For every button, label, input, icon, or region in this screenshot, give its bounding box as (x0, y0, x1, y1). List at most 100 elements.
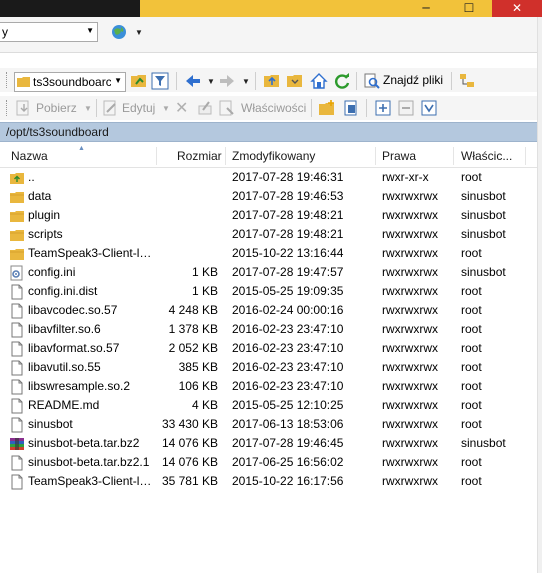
forward-arrow-icon[interactable] (218, 72, 236, 90)
maximize-button[interactable]: ☐ (447, 0, 491, 17)
chevron-down-icon[interactable]: ▼ (162, 104, 170, 113)
file-size: 14 076 KB (161, 455, 218, 469)
file-icon (9, 398, 25, 414)
file-row[interactable]: sinusbot 33 430 KB 2017-06-13 18:53:06 rwxr… (0, 415, 542, 434)
folder-icon (9, 227, 25, 243)
file-size: 33 430 KB (161, 417, 218, 431)
chevron-down-icon[interactable]: ▼ (242, 77, 250, 86)
tree-view-icon[interactable] (458, 72, 476, 90)
file-modified: 2016-02-24 00:00:16 (232, 303, 344, 317)
new-folder-icon[interactable] (318, 99, 336, 117)
new-file-icon[interactable] (342, 99, 360, 117)
file-row[interactable]: config.ini.dist 1 KB 2015-05-25 19:09:35 rw… (0, 282, 542, 301)
open-folder-icon[interactable] (130, 72, 148, 90)
file-row[interactable]: scripts 2017-07-28 19:48:21 rwxrwxrwx sinus… (0, 225, 542, 244)
file-name: scripts (28, 227, 63, 241)
file-modified: 2015-05-25 12:10:25 (232, 398, 344, 412)
file-icon (9, 303, 25, 319)
file-row[interactable]: libavcodec.so.57 4 248 KB 2016-02-24 00:00… (0, 301, 542, 320)
back-arrow-icon[interactable] (184, 72, 202, 90)
invert-selection-icon[interactable] (421, 100, 437, 116)
chevron-down-icon[interactable]: ▼ (135, 28, 143, 37)
file-row[interactable]: sinusbot-beta.tar.bz2.1 14 076 KB 2017-06-… (0, 453, 542, 472)
column-divider[interactable] (156, 147, 157, 165)
column-divider[interactable] (225, 147, 226, 165)
file-icon (9, 341, 25, 357)
file-row[interactable]: config.ini 1 KB 2017-07-28 19:47:57 rwxrwxr… (0, 263, 542, 282)
folder-icon (17, 77, 30, 87)
file-owner: root (461, 417, 482, 431)
file-row[interactable]: libavformat.so.57 2 052 KB 2016-02-23 23:4… (0, 339, 542, 358)
file-row[interactable]: data 2017-07-28 19:46:53 rwxrwxrwx sinusbot (0, 187, 542, 206)
download-button[interactable]: Pobierz (36, 101, 77, 115)
file-owner: root (461, 303, 482, 317)
file-permissions: rwxrwxrwx (382, 284, 438, 298)
delete-icon[interactable]: ✕ (175, 98, 188, 117)
toolbar-separator (451, 72, 452, 90)
globe-icon[interactable] (111, 24, 127, 40)
file-size: 35 781 KB (161, 474, 218, 488)
column-divider[interactable] (375, 147, 376, 165)
parent-folder-icon[interactable] (263, 72, 281, 90)
chevron-down-icon[interactable]: ▼ (84, 104, 92, 113)
session-combo[interactable]: y ▼ (0, 22, 98, 42)
column-modified[interactable]: Zmodyfikowany (232, 149, 315, 163)
file-owner: sinusbot (461, 208, 506, 222)
edit-button[interactable]: Edytuj (122, 101, 155, 115)
file-size: 1 378 KB (168, 322, 218, 336)
file-name: libswresample.so.2 (28, 379, 131, 393)
filter-icon[interactable] (151, 72, 169, 90)
file-row[interactable]: sinusbot-beta.tar.bz2 14 076 KB 2017-07-28… (0, 434, 542, 453)
file-size: 14 076 KB (161, 436, 218, 450)
file-name: plugin (28, 208, 61, 222)
file-row[interactable]: README.md 4 KB 2015-05-25 12:10:25 rwxrwxrw… (0, 396, 542, 415)
file-owner: sinusbot (461, 436, 506, 450)
title-bar: ─ ☐ ✕ (0, 0, 542, 17)
file-icon (9, 417, 25, 433)
chevron-down-icon[interactable]: ▼ (207, 77, 215, 86)
file-row[interactable]: .. 2017-07-28 19:46:31 rwxr-xr-x root (0, 168, 542, 187)
refresh-icon[interactable] (333, 72, 351, 90)
home-icon[interactable] (310, 72, 328, 90)
minimize-button[interactable]: ─ (404, 0, 448, 17)
file-owner: sinusbot (461, 265, 506, 279)
toolbar-separator (366, 99, 367, 117)
file-size: 2 052 KB (168, 341, 218, 355)
file-name: data (28, 189, 52, 203)
column-permissions[interactable]: Prawa (382, 149, 416, 163)
title-text-area (0, 0, 140, 17)
path-bar[interactable]: /opt/ts3soundboard (0, 122, 542, 142)
rename-icon[interactable] (197, 100, 213, 116)
window-edge (537, 17, 542, 573)
chevron-down-icon: ▼ (86, 26, 94, 35)
select-minus-icon[interactable] (398, 100, 414, 116)
column-name[interactable]: Nazwa (11, 149, 48, 163)
sort-ascending-icon: ▲ (78, 145, 85, 152)
file-name: TeamSpeak3-Client-linux_amd64 (28, 246, 152, 260)
column-divider[interactable] (525, 147, 526, 165)
toolbar-separator (176, 72, 177, 90)
file-row[interactable]: plugin 2017-07-28 19:48:21 rwxrwxrwx sinusb… (0, 206, 542, 225)
directory-combo[interactable]: ts3soundboarc ▼ (14, 72, 126, 92)
toolbar-grip[interactable] (6, 72, 10, 88)
close-button[interactable]: ✕ (492, 0, 542, 17)
column-owner[interactable]: Właścic... (461, 149, 512, 163)
file-row[interactable]: libavfilter.so.6 1 378 KB 2016-02-23 23:47… (0, 320, 542, 339)
file-modified: 2017-07-28 19:48:21 (232, 227, 344, 241)
column-header: ▲ Nazwa Rozmiar Zmodyfikowany Prawa Właś… (0, 145, 542, 168)
file-row[interactable]: TeamSpeak3-Client-linux_amd64.run 35 781 … (0, 472, 542, 491)
properties-button[interactable]: Właściwości (241, 101, 306, 115)
archive-icon (9, 436, 25, 452)
file-permissions: rwxrwxrwx (382, 436, 438, 450)
column-size[interactable]: Rozmiar (177, 149, 222, 163)
file-icon (9, 474, 25, 490)
file-name: libavcodec.so.57 (28, 303, 118, 317)
file-row[interactable]: libavutil.so.55 385 KB 2016-02-23 23:47:10… (0, 358, 542, 377)
select-plus-icon[interactable] (375, 100, 391, 116)
root-folder-icon[interactable] (286, 72, 304, 90)
file-row[interactable]: TeamSpeak3-Client-linux_amd64 2015-10-22 … (0, 244, 542, 263)
toolbar-grip[interactable] (6, 100, 10, 116)
edit-icon (103, 100, 116, 116)
column-divider[interactable] (453, 147, 454, 165)
file-row[interactable]: libswresample.so.2 106 KB 2016-02-23 23:47… (0, 377, 542, 396)
